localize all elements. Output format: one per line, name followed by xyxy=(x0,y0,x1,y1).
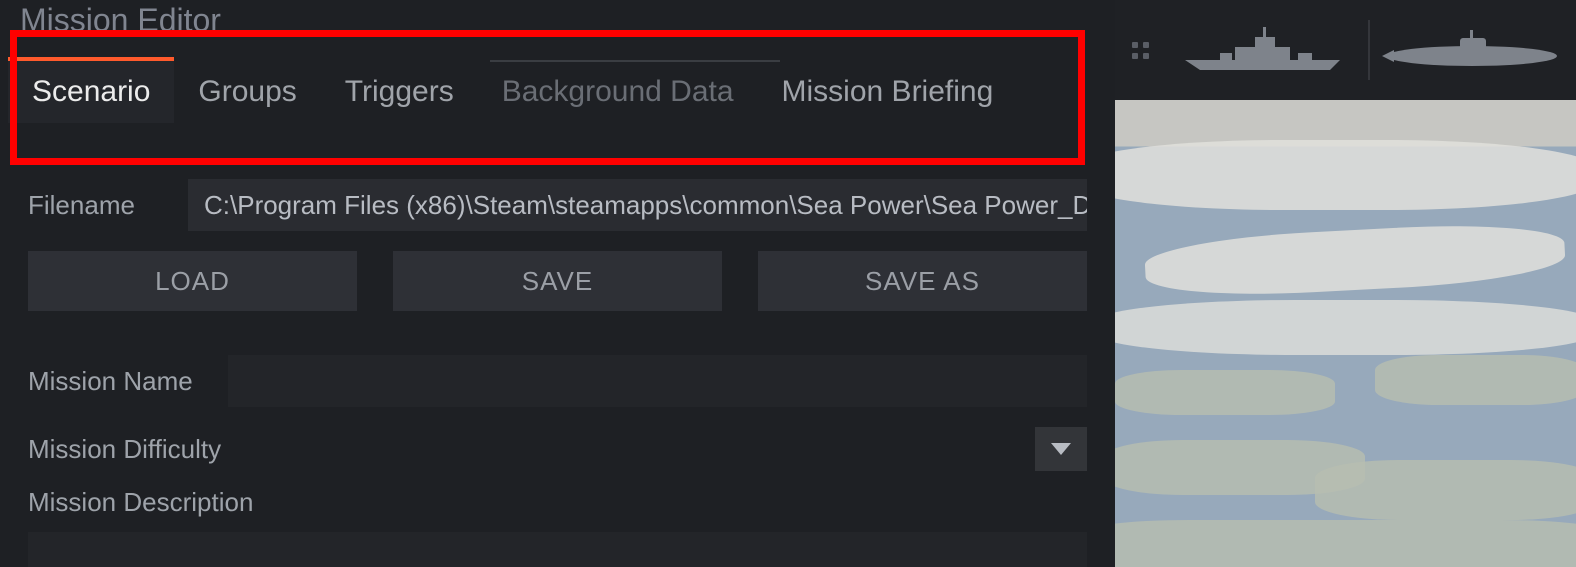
panel-title: Mission Editor xyxy=(0,0,1115,39)
chevron-down-icon xyxy=(1051,443,1071,455)
mission-editor-app: Mission Editor Scenario Groups Triggers … xyxy=(0,0,1576,567)
mission-description-label: Mission Description xyxy=(28,487,1087,518)
editor-panel: Mission Editor Scenario Groups Triggers … xyxy=(0,0,1115,567)
tab-bar: Scenario Groups Triggers Background Data… xyxy=(0,61,1115,123)
terrain-patch xyxy=(1115,520,1576,567)
mission-name-row: Mission Name xyxy=(28,355,1087,407)
mission-difficulty-row: Mission Difficulty xyxy=(28,427,1087,471)
save-as-button[interactable]: SAVE AS xyxy=(758,251,1087,311)
tab-groups[interactable]: Groups xyxy=(174,61,320,123)
tab-scenario[interactable]: Scenario xyxy=(8,61,174,123)
submarine-button[interactable] xyxy=(1378,15,1567,85)
load-button[interactable]: LOAD xyxy=(28,251,357,311)
toolbar-separator xyxy=(1368,20,1370,80)
destroyer-icon xyxy=(1180,25,1350,75)
preview-panel xyxy=(1115,0,1576,567)
cloud-layer xyxy=(1115,300,1576,355)
save-button[interactable]: SAVE xyxy=(393,251,722,311)
mission-difficulty-label: Mission Difficulty xyxy=(28,434,258,465)
mission-difficulty-select[interactable] xyxy=(258,427,1087,471)
submarine-icon xyxy=(1382,30,1562,70)
terrain-patch xyxy=(1115,370,1335,415)
filename-input[interactable]: C:\Program Files (x86)\Steam\steamapps\c… xyxy=(188,179,1087,231)
sky-cloud xyxy=(1115,140,1576,210)
filename-label: Filename xyxy=(28,190,188,221)
map-preview[interactable] xyxy=(1115,100,1576,567)
file-buttons-row: LOAD SAVE SAVE AS xyxy=(28,251,1087,311)
surface-ship-button[interactable] xyxy=(1171,15,1360,85)
mission-name-input[interactable] xyxy=(228,355,1087,407)
terrain-patch xyxy=(1375,355,1576,405)
tab-triggers[interactable]: Triggers xyxy=(321,61,478,123)
drag-grip-icon[interactable] xyxy=(1125,35,1155,65)
tab-mission-briefing[interactable]: Mission Briefing xyxy=(758,61,1018,123)
filename-row: Filename C:\Program Files (x86)\Steam\st… xyxy=(28,179,1087,231)
mission-description-row: Mission Description xyxy=(28,487,1087,567)
scenario-form: Filename C:\Program Files (x86)\Steam\st… xyxy=(0,123,1115,567)
mission-description-input[interactable] xyxy=(28,532,1087,567)
terrain-patch xyxy=(1315,460,1576,520)
cloud-layer xyxy=(1144,219,1567,301)
tab-background-data[interactable]: Background Data xyxy=(478,61,758,123)
difficulty-dropdown-button[interactable] xyxy=(1035,427,1087,471)
unit-type-toolbar xyxy=(1115,0,1576,100)
mission-name-label: Mission Name xyxy=(28,366,228,397)
